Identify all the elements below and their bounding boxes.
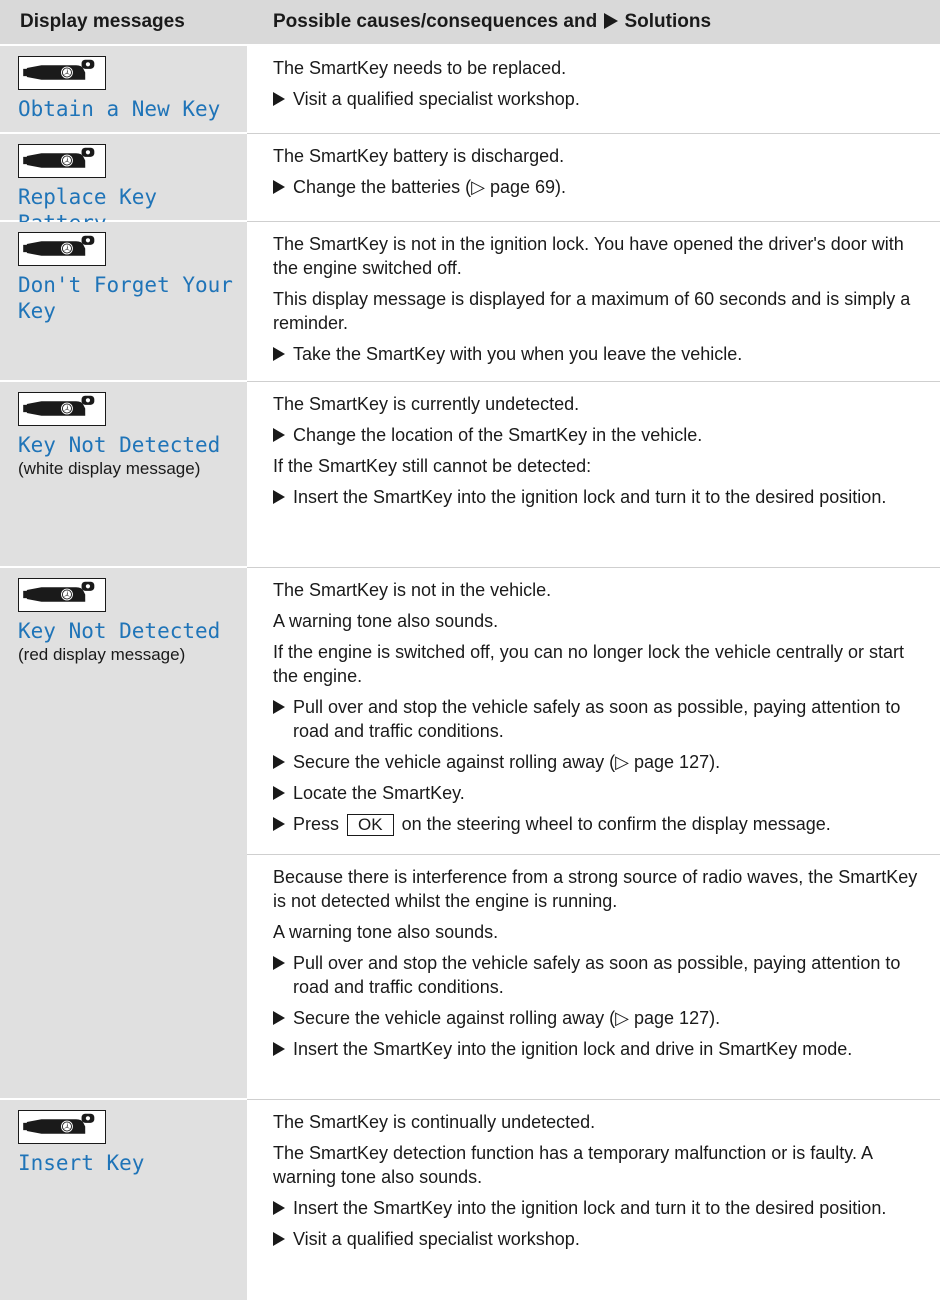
solution-item: Take the SmartKey with you when you leav… [273,342,930,366]
triangle-bullet-icon [273,347,285,361]
message-cell: Replace Key Battery [0,134,247,235]
cause-text: If the engine is switched off, you can n… [273,642,905,686]
message-cell: Don't Forget Your Key [0,222,247,382]
cause-text: Because there is interference from a str… [273,867,918,911]
triangle-bullet-icon [273,817,285,831]
smartkey-icon [18,144,106,178]
solution-item: Insert the SmartKey into the ignition lo… [273,1037,930,1061]
smartkey-icon [18,392,106,426]
smartkey-icon [18,578,106,612]
solution-item: Insert the SmartKey into the ignition lo… [273,1196,930,1220]
solution-item: Insert the SmartKey into the ignition lo… [273,485,930,509]
solution-item: Secure the vehicle against rolling away … [273,750,930,774]
solution-cell: The SmartKey is not in the vehicle. A wa… [247,568,940,855]
solution-item: Pull over and stop the vehicle safely as… [273,695,930,743]
solution-cell: Because there is interference from a str… [247,855,940,1100]
solution-item: Change the batteries (▷ page 69). [273,175,930,199]
message-cell: Insert Key [0,1100,247,1300]
cause-text: The SmartKey battery is discharged. [273,146,565,166]
solution-text: Pull over and stop the vehicle safely as… [293,953,901,997]
solution-cell: The SmartKey battery is discharged. Chan… [247,134,940,222]
solution-text: Press OK on the steering wheel to confirm … [293,812,831,836]
smartkey-icon [18,1110,106,1144]
triangle-bullet-icon [273,428,285,442]
table-row: Don't Forget Your Key The SmartKey is no… [0,222,940,382]
cause-text: This display message is displayed for a … [273,289,911,333]
solution-item: Secure the vehicle against rolling away … [273,1006,930,1030]
display-message-note: (white display message) [18,459,201,478]
cause-text: A warning tone also sounds. [273,922,499,942]
header-solutions-text: Solutions [624,11,712,32]
solution-item: Press OK on the steering wheel to confirm … [273,812,930,836]
solution-item: Visit a qualified specialist workshop. [273,1227,930,1251]
solution-cell: The SmartKey needs to be replaced. Visit… [247,46,940,134]
triangle-bullet-icon [273,1201,285,1215]
triangle-bullet-icon [273,1042,285,1056]
display-message-note: (red display message) [18,645,186,664]
table-row: Key Not Detected (red display message) T… [0,568,940,1100]
cause-text: If the SmartKey still cannot be detected… [273,456,592,476]
solution-text: Visit a qualified specialist workshop. [293,1229,580,1249]
solution-cell: The SmartKey is not in the ignition lock… [247,222,940,382]
triangle-bullet-icon [273,180,285,194]
solution-text: Insert the SmartKey into the ignition lo… [293,1198,887,1218]
press-text: Press [293,814,340,834]
triangle-bullet-icon [273,1232,285,1246]
solution-text: Secure the vehicle against rolling away … [293,1008,721,1028]
triangle-bullet-icon [273,490,285,504]
solution-text: Change the location of the SmartKey in t… [293,425,703,445]
triangle-bullet-icon [273,786,285,800]
solution-text: Locate the SmartKey. [293,783,465,803]
triangle-bullet-icon [273,1011,285,1025]
triangle-bullet-icon [273,92,285,106]
cause-text: The SmartKey is currently undetected. [273,394,580,414]
solution-text: Visit a qualified specialist workshop. [293,89,580,109]
cause-text: The SmartKey is continually undetected. [273,1112,596,1132]
display-messages-table: Display messages Possible causes/consequ… [0,0,940,1300]
solution-text: Change the batteries (▷ page 69). [293,177,567,197]
solution-item: Pull over and stop the vehicle safely as… [273,951,930,999]
table-row: Obtain a New Key The SmartKey needs to b… [0,46,940,134]
display-message-text: Key Not Detected [18,433,221,457]
cause-text: The SmartKey detection function has a te… [273,1143,872,1187]
display-message-text: Insert Key [18,1151,145,1175]
cause-text: A warning tone also sounds. [273,611,499,631]
solution-text: Insert the SmartKey into the ignition lo… [293,1039,853,1059]
message-cell: Key Not Detected (red display message) [0,568,247,1100]
solution-item: Change the location of the SmartKey in t… [273,423,930,447]
ok-button-label: OK [347,814,394,836]
message-cell: Obtain a New Key [0,46,247,134]
solution-cell: The SmartKey is currently undetected. Ch… [247,382,940,568]
confirm-text: on the steering wheel to confirm the dis… [401,814,831,834]
solution-column: The SmartKey is not in the vehicle. A wa… [247,568,940,1100]
cause-text: The SmartKey needs to be replaced. [273,58,567,78]
display-message-text: Don't Forget Your Key [18,273,233,323]
solution-text: Secure the vehicle against rolling away … [293,752,721,772]
cause-text: The SmartKey is not in the ignition lock… [273,234,904,278]
header-causes-solutions: Possible causes/consequences and Solutio… [247,0,940,44]
solution-item: Visit a qualified specialist workshop. [273,87,930,111]
triangle-bullet-icon [273,700,285,714]
cause-text: The SmartKey is not in the vehicle. [273,580,552,600]
smartkey-icon [18,56,106,90]
solution-text: Pull over and stop the vehicle safely as… [293,697,901,741]
header-causes-text: Possible causes/consequences and [273,11,598,32]
table-header: Display messages Possible causes/consequ… [0,0,940,46]
triangle-bullet-icon [604,13,619,29]
solution-item: Locate the SmartKey. [273,781,930,805]
table-row: Replace Key Battery The SmartKey battery… [0,134,940,235]
message-cell: Key Not Detected (white display message) [0,382,247,568]
smartkey-icon [18,232,106,266]
solution-cell: The SmartKey is continually undetected. … [247,1100,940,1300]
table-row: Insert Key The SmartKey is continually u… [0,1100,940,1300]
display-message-text: Obtain a New Key [18,97,221,121]
header-display-messages: Display messages [20,11,185,32]
triangle-bullet-icon [273,956,285,970]
table-row: Key Not Detected (white display message)… [0,382,940,568]
solution-text: Take the SmartKey with you when you leav… [293,344,743,364]
triangle-bullet-icon [273,755,285,769]
solution-text: Insert the SmartKey into the ignition lo… [293,487,887,507]
display-message-text: Key Not Detected [18,619,221,643]
